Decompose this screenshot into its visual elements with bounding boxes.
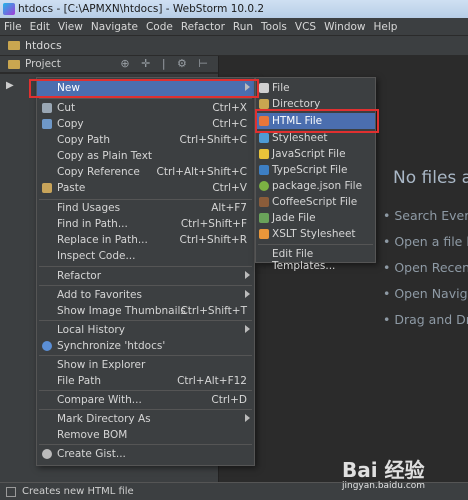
submenu-item-typescript[interactable]: TypeScript File bbox=[256, 162, 375, 178]
menu-file[interactable]: File bbox=[0, 21, 26, 33]
separator bbox=[39, 444, 252, 445]
separator bbox=[39, 409, 252, 410]
tree-expand-arrow-icon[interactable]: ▶ bbox=[6, 80, 14, 91]
hint-open-file: • Open a file b bbox=[383, 234, 468, 249]
file-icon bbox=[259, 83, 269, 93]
xslt-icon bbox=[259, 229, 269, 239]
no-files-title: No files a bbox=[393, 168, 468, 188]
submenu-item-xslt[interactable]: XSLT Stylesheet bbox=[256, 226, 375, 242]
menu-item-replace-in-path[interactable]: Replace in Path... Ctrl+Shift+R bbox=[37, 232, 254, 248]
menu-item-find-in-path[interactable]: Find in Path... Ctrl+Shift+F bbox=[37, 216, 254, 232]
separator bbox=[39, 320, 252, 321]
project-toolbar-icons[interactable]: ⊕ ✛ | ⚙ ⊢ bbox=[120, 57, 212, 70]
webstorm-logo-icon bbox=[3, 3, 15, 15]
css-icon bbox=[259, 133, 269, 143]
menu-item-remove-bom[interactable]: Remove BOM bbox=[37, 427, 254, 443]
menu-item-copy-plain[interactable]: Copy as Plain Text bbox=[37, 148, 254, 164]
folder-icon bbox=[259, 99, 269, 109]
menu-item-local-history[interactable]: Local History bbox=[37, 322, 254, 338]
navigation-bar: htdocs bbox=[0, 35, 468, 55]
window-titlebar: htdocs - [C:\APMXN\htdocs] - WebStorm 10… bbox=[0, 0, 468, 18]
sync-icon bbox=[42, 341, 52, 351]
js-icon bbox=[259, 149, 269, 159]
submenu-item-jade[interactable]: Jade File bbox=[256, 210, 375, 226]
menu-item-find-usages[interactable]: Find Usages Alt+F7 bbox=[37, 200, 254, 216]
submenu-item-javascript[interactable]: JavaScript File bbox=[256, 146, 375, 162]
github-icon bbox=[42, 449, 52, 459]
hint-drag-drop: • Drag and Dr bbox=[383, 312, 468, 327]
menu-help[interactable]: Help bbox=[370, 21, 402, 33]
menu-item-compare-with[interactable]: Compare With... Ctrl+D bbox=[37, 392, 254, 408]
menu-item-inspect-code[interactable]: Inspect Code... bbox=[37, 248, 254, 264]
menu-item-mark-directory[interactable]: Mark Directory As bbox=[37, 411, 254, 427]
menu-run[interactable]: Run bbox=[229, 21, 257, 33]
hint-open-recent: • Open Recen bbox=[383, 260, 468, 275]
paste-icon bbox=[42, 183, 52, 193]
coffee-icon bbox=[259, 197, 269, 207]
separator bbox=[39, 355, 252, 356]
submenu-arrow-icon bbox=[245, 290, 250, 298]
menu-item-paste[interactable]: Paste Ctrl+V bbox=[37, 180, 254, 196]
highlight-box-html-file bbox=[255, 109, 379, 133]
menu-tools[interactable]: Tools bbox=[257, 21, 291, 33]
menu-bar: File Edit View Navigate Code Refactor Ru… bbox=[0, 18, 468, 35]
separator bbox=[258, 244, 373, 245]
breadcrumb-folder[interactable]: htdocs bbox=[25, 39, 62, 52]
project-panel-header: Project ⊕ ✛ | ⚙ ⊢ bbox=[0, 56, 218, 73]
menu-item-copy-reference[interactable]: Copy Reference Ctrl+Alt+Shift+C bbox=[37, 164, 254, 180]
hint-open-navigation: • Open Navig bbox=[383, 286, 468, 301]
copy-icon bbox=[42, 119, 52, 129]
menu-item-cut[interactable]: Cut Ctrl+X bbox=[37, 100, 254, 116]
submenu-item-file[interactable]: File bbox=[256, 80, 375, 96]
window-title: htdocs - [C:\APMXN\htdocs] - WebStorm 10… bbox=[18, 3, 265, 15]
submenu-arrow-icon bbox=[245, 271, 250, 279]
menu-vcs[interactable]: VCS bbox=[291, 21, 320, 33]
separator bbox=[39, 98, 252, 99]
npm-icon bbox=[259, 181, 269, 191]
menu-refactor[interactable]: Refactor bbox=[177, 21, 229, 33]
menu-code[interactable]: Code bbox=[142, 21, 177, 33]
submenu-arrow-icon bbox=[245, 414, 250, 422]
menu-item-show-in-explorer[interactable]: Show in Explorer bbox=[37, 357, 254, 373]
menu-item-copy[interactable]: Copy Ctrl+C bbox=[37, 116, 254, 132]
submenu-item-coffeescript[interactable]: CoffeeScript File bbox=[256, 194, 375, 210]
menu-item-file-path[interactable]: File Path Ctrl+Alt+F12 bbox=[37, 373, 254, 389]
hint-search-everywhere: • Search Every bbox=[383, 208, 468, 223]
submenu-arrow-icon bbox=[245, 325, 250, 333]
menu-edit[interactable]: Edit bbox=[26, 21, 54, 33]
menu-navigate[interactable]: Navigate bbox=[87, 21, 142, 33]
project-view-selector[interactable]: Project bbox=[25, 58, 61, 70]
new-submenu: File Directory HTML File Stylesheet Java… bbox=[255, 77, 376, 272]
submenu-item-package-json[interactable]: package.json File bbox=[256, 178, 375, 194]
menu-item-copy-path[interactable]: Copy Path Ctrl+Shift+C bbox=[37, 132, 254, 148]
menu-window[interactable]: Window bbox=[320, 21, 369, 33]
submenu-item-edit-templates[interactable]: Edit File Templates... bbox=[256, 246, 375, 272]
context-menu: New Cut Ctrl+X Copy Ctrl+C Copy Path Ctr… bbox=[36, 77, 255, 466]
status-text: Creates new HTML file bbox=[22, 486, 134, 497]
tool-windows-icon[interactable] bbox=[6, 487, 16, 497]
jade-icon bbox=[259, 213, 269, 223]
menu-item-refactor[interactable]: Refactor bbox=[37, 268, 254, 284]
separator bbox=[39, 266, 252, 267]
folder-icon bbox=[8, 41, 20, 50]
separator bbox=[39, 390, 252, 391]
menu-item-synchronize[interactable]: Synchronize 'htdocs' bbox=[37, 338, 254, 354]
folder-icon bbox=[8, 59, 20, 69]
separator bbox=[39, 285, 252, 286]
ts-icon bbox=[259, 165, 269, 175]
menu-view[interactable]: View bbox=[54, 21, 87, 33]
menu-item-add-to-favorites[interactable]: Add to Favorites bbox=[37, 287, 254, 303]
baidu-watermark-logo: Bai 经验 jingyan.baidu.com bbox=[342, 458, 426, 491]
menu-item-create-gist[interactable]: Create Gist... bbox=[37, 446, 254, 462]
highlight-box-new bbox=[29, 79, 259, 98]
menu-item-show-thumbnails[interactable]: Show Image Thumbnails Ctrl+Shift+T bbox=[37, 303, 254, 319]
cut-icon bbox=[42, 103, 52, 113]
